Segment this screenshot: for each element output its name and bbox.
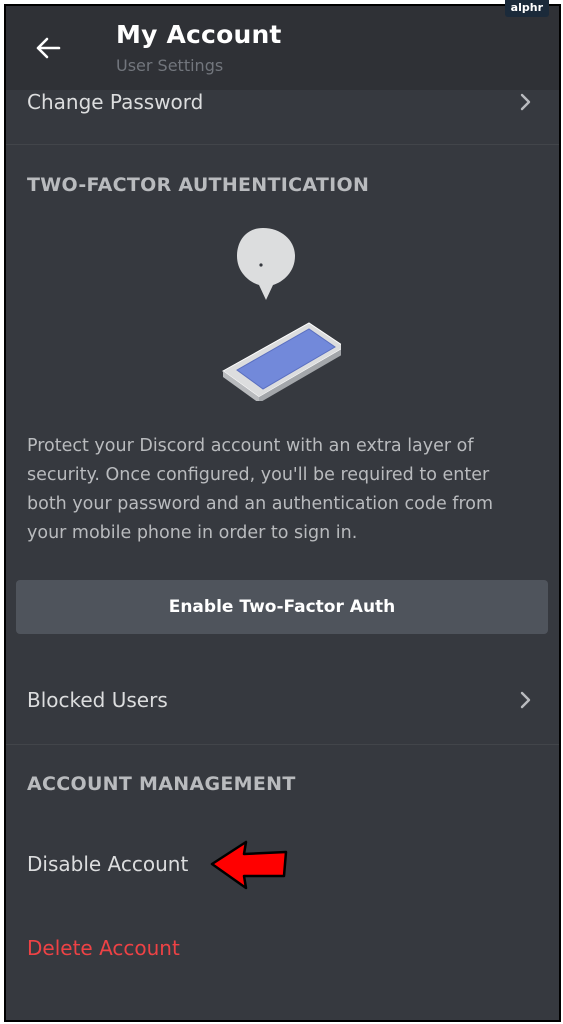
delete-account-row[interactable]: Delete Account: [6, 926, 559, 970]
disable-account-label: Disable Account: [27, 852, 189, 876]
two-factor-heading: TWO-FACTOR AUTHENTICATION: [27, 174, 370, 196]
header-bar: My Account User Settings: [6, 6, 559, 90]
alphr-watermark: alphr: [504, 0, 549, 17]
account-management-heading: ACCOUNT MANAGEMENT: [27, 773, 296, 795]
chevron-right-icon: [517, 691, 533, 709]
blocked-users-label: Blocked Users: [27, 688, 168, 712]
change-password-row[interactable]: Change Password: [6, 80, 559, 124]
two-factor-description: Protect your Discord account with an ext…: [27, 436, 494, 543]
delete-account-label: Delete Account: [27, 936, 180, 960]
page-title: My Account: [116, 20, 282, 49]
chevron-right-icon: [517, 93, 533, 111]
divider: [6, 744, 559, 745]
blocked-users-row[interactable]: Blocked Users: [6, 676, 559, 724]
app-screen: My Account User Settings Change Password…: [4, 4, 561, 1022]
red-arrow-pointer-icon: [210, 840, 288, 890]
arrow-left-icon: [36, 37, 61, 59]
phone-with-speech-bubble-icon: [222, 228, 341, 401]
back-button[interactable]: [28, 28, 68, 68]
divider: [6, 144, 559, 145]
page-subtitle: User Settings: [116, 56, 224, 75]
change-password-label: Change Password: [27, 90, 204, 114]
enable-two-factor-button[interactable]: Enable Two-Factor Auth: [16, 580, 548, 634]
